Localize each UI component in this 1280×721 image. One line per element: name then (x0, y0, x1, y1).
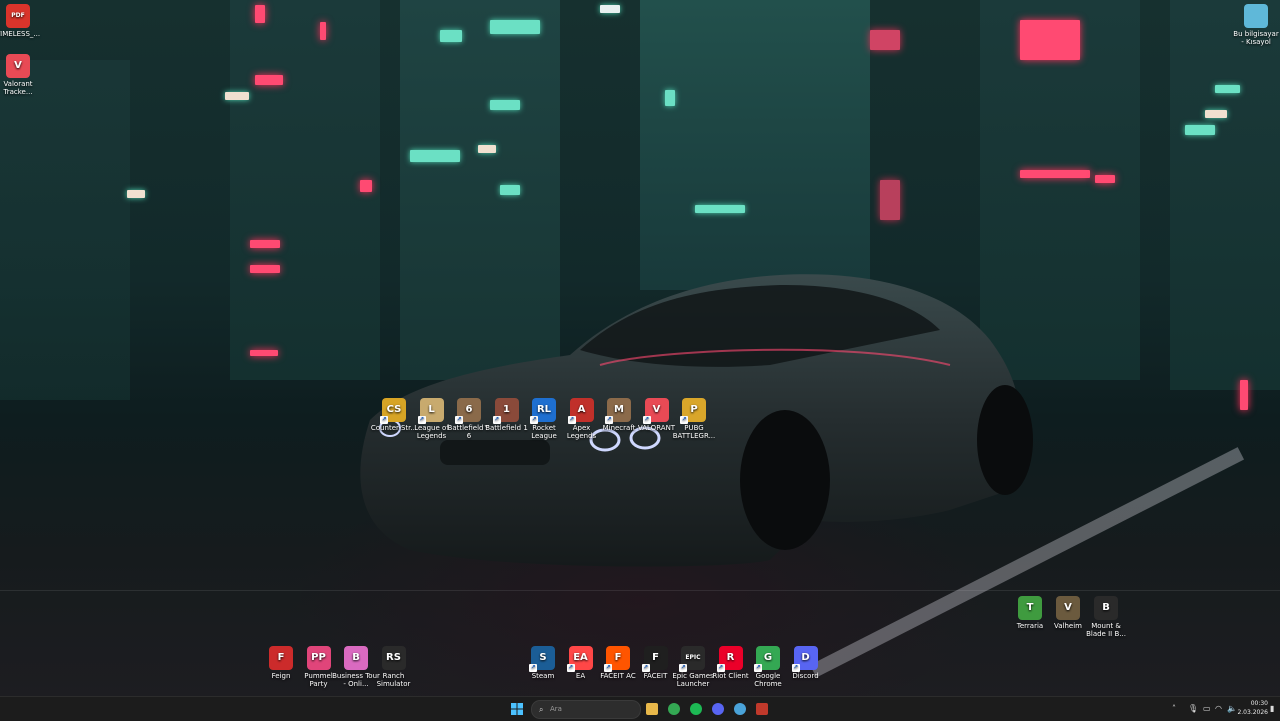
shortcut-arrow-icon: ↗ (529, 664, 537, 672)
steam-icon: S ↗ (529, 646, 555, 672)
pdf-file-icon: PDF (6, 4, 30, 28)
network-icon[interactable]: ▭ (1203, 704, 1211, 714)
start-button[interactable] (508, 700, 526, 718)
desktop-shortcut-label: Valorant Tracke... (3, 80, 33, 96)
discord-icon: D ↗ (791, 646, 818, 672)
shortcut-arrow-icon: ↗ (530, 416, 538, 424)
notification-icon[interactable]: ▮ (1270, 704, 1274, 714)
mount-blade-icon: B (1094, 596, 1118, 620)
shortcut-arrow-icon: ↗ (380, 416, 388, 424)
faceit-ac-icon: F ↗ (604, 646, 630, 672)
epic-games-icon: EPIC ↗ (679, 646, 705, 672)
chrome-icon[interactable] (665, 700, 683, 718)
spotify-icon[interactable] (687, 700, 705, 718)
shortcut-arrow-icon: ↗ (642, 416, 651, 424)
faceit-icon: F ↗ (641, 646, 668, 672)
counter-strike-icon: CS ↗ (380, 398, 406, 424)
valorant-tracker-icon: V (6, 54, 30, 78)
shortcut-arrow-icon: ↗ (604, 664, 612, 672)
valorant-icon: V ↗ (642, 398, 669, 424)
wifi-icon[interactable]: ◠ (1215, 704, 1222, 714)
feign-icon: F (269, 646, 293, 670)
search-placeholder: Ara (550, 705, 562, 713)
apex-legends-icon: A ↗ (567, 398, 594, 424)
clock-date: 2.03.2026 (1237, 709, 1268, 716)
shortcut-arrow-icon: ↗ (641, 664, 650, 672)
battlefield-1-icon: 1 ↗ (492, 398, 519, 424)
pummel-party-icon: PP (306, 646, 331, 670)
chrome-icon: G ↗ (754, 646, 780, 672)
pubg-icon: P ↗ (680, 398, 706, 424)
desktop-shortcut[interactable]: P ↗ PUBG BATTLEGR... (670, 398, 718, 440)
valheim-icon: V (1056, 596, 1080, 620)
desktop-shortcut-label: PUBG BATTLEGR... (672, 424, 716, 440)
shortcut-arrow-icon: ↗ (492, 416, 501, 424)
desktop-shortcut[interactable]: Bu bilgisayar - Kısayol (1232, 4, 1280, 46)
league-of-legends-icon: L ↗ (417, 398, 444, 424)
desktop-shortcut-label: TIMELESS_... (0, 30, 41, 38)
microphone-icon[interactable]: 🎙 (1188, 704, 1198, 714)
shortcut-arrow-icon: ↗ (716, 664, 725, 672)
desktop-shortcut-label: Discord (792, 672, 819, 680)
desktop-shortcut-label: Mount & Blade II B... (1086, 622, 1126, 638)
shortcut-arrow-icon: ↗ (567, 416, 576, 424)
shortcut-arrow-icon: ↗ (679, 664, 687, 672)
shortcut-arrow-icon: ↗ (680, 416, 688, 424)
clock[interactable]: 00:30 2.03.2026 (1236, 699, 1268, 717)
ranch-simulator-icon: RS (381, 646, 406, 670)
taskbar-search-box[interactable]: ⌕ Ara (531, 700, 641, 719)
desktop-shortcut[interactable]: RS Ranch Simulator (370, 646, 418, 688)
terraria-icon: T (1018, 596, 1042, 620)
shortcut-arrow-icon: ↗ (754, 664, 762, 672)
desktop-shortcut-label: Bu bilgisayar - Kısayol (1233, 30, 1279, 46)
desktop-shortcut-label: Ranch Simulator (376, 672, 411, 688)
taskbar: ⌕ Ara ˄ 🎙 ▭ ◠ 🔈 00:30 2.03.2026 ▮ (0, 696, 1280, 721)
discord-icon[interactable] (709, 700, 727, 718)
minecraft-icon: M ↗ (605, 398, 631, 424)
desktop-wallpaper (0, 0, 1280, 696)
windows-logo-icon (511, 703, 523, 715)
desktop-shortcut[interactable]: V Valorant Tracke... (0, 54, 42, 96)
desktop-shortcut[interactable]: D ↗ Discord (782, 646, 830, 680)
file-explorer-icon[interactable] (643, 700, 661, 718)
chevron-up-icon[interactable]: ˄ (1172, 704, 1176, 714)
recording-app-icon[interactable] (753, 700, 771, 718)
shortcut-arrow-icon: ↗ (566, 664, 575, 672)
desktop-shortcut[interactable]: B Mount & Blade II B... (1082, 596, 1130, 638)
riot-client-icon: R ↗ (716, 646, 743, 672)
shortcut-arrow-icon: ↗ (605, 416, 613, 424)
battlefield-6-icon: 6 ↗ (455, 398, 481, 424)
this-pc-shortcut-icon (1244, 4, 1268, 28)
search-icon: ⌕ (539, 705, 544, 714)
rocket-league-icon: RL ↗ (530, 398, 556, 424)
shortcut-arrow-icon: ↗ (417, 416, 426, 424)
shortcut-arrow-icon: ↗ (455, 416, 463, 424)
desktop-shortcut[interactable]: PDF TIMELESS_... (0, 4, 42, 38)
steam-icon[interactable] (731, 700, 749, 718)
clock-time: 00:30 (1250, 700, 1268, 707)
shortcut-arrow-icon: ↗ (791, 664, 800, 672)
ea-icon: EA ↗ (566, 646, 593, 672)
business-tour-icon: B (344, 646, 368, 670)
